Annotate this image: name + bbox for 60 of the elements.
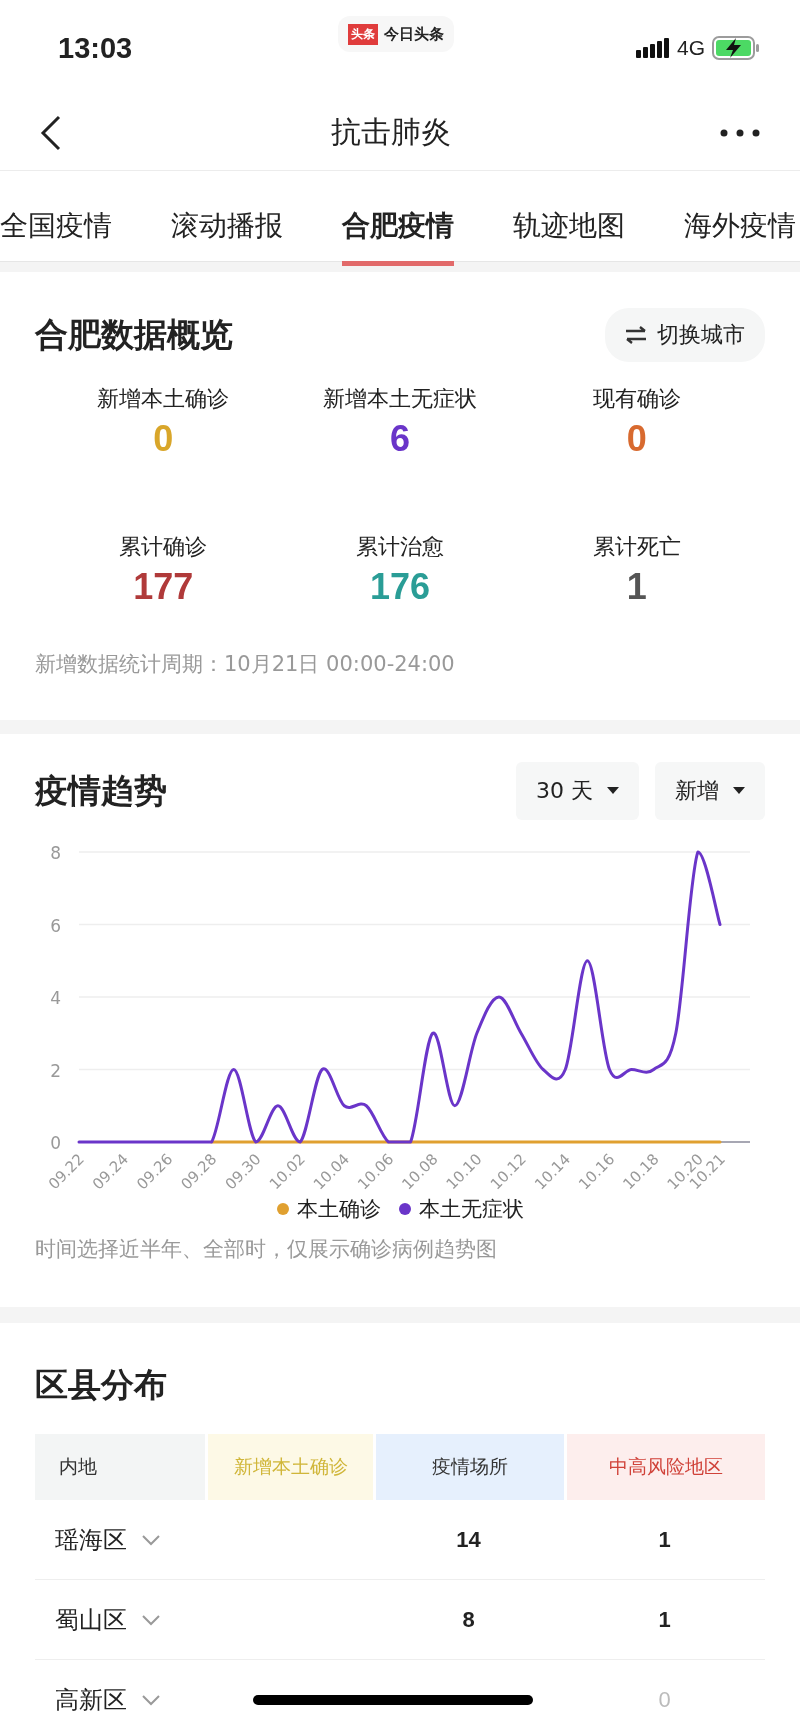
chevron-icon[interactable] [141, 1693, 161, 1706]
legend-label: 本土确诊 [296, 1196, 381, 1223]
tab[interactable]: 合肥疫情 [342, 186, 454, 266]
stat-label: 累计治愈 [356, 533, 444, 561]
stat-label: 新增本土确诊 [97, 385, 230, 413]
back-icon[interactable] [40, 114, 62, 151]
stat-label: 现有确诊 [592, 385, 681, 413]
filter-dropdown[interactable]: 新增 [655, 762, 765, 820]
stat-label: 累计死亡 [592, 533, 681, 561]
switch-city-button[interactable]: 切换城市 [605, 308, 765, 362]
stat-value: 0 [153, 418, 174, 460]
stat-label: 累计确诊 [119, 533, 208, 561]
section-title: 合肥数据概览 [35, 313, 233, 356]
tab[interactable]: 滚动播报 [171, 186, 283, 266]
status-time: 13:03 [58, 32, 133, 65]
tab[interactable]: 海外疫情 [684, 186, 796, 266]
stat-value: 176 [369, 566, 431, 608]
stat-value: 6 [389, 418, 410, 460]
filter-dropdown[interactable]: 30 天 [516, 762, 639, 820]
chart-note: 时间选择近半年、全部时，仅展示确诊病例趋势图 [35, 1236, 498, 1263]
caret-icon [733, 787, 745, 795]
y-tick-label: 4 [50, 988, 61, 1008]
section-title: 区县分布 [35, 1365, 167, 1404]
y-tick-label: 2 [50, 1060, 61, 1081]
column-header: 疫情场所 [376, 1434, 564, 1500]
stat-label: 新增本土无症状 [323, 385, 477, 413]
swap-icon [625, 326, 647, 344]
y-tick-label: 0 [50, 1133, 61, 1153]
caret-icon [607, 787, 619, 795]
district-name[interactable]: 瑶海区 [55, 1523, 127, 1556]
column-header: 内地 [35, 1434, 205, 1500]
network-type: 4G [677, 35, 705, 60]
stat-value: 177 [133, 566, 194, 608]
section-title: 疫情趋势 [35, 769, 167, 812]
table-cell: 0 [658, 1686, 671, 1713]
app-badge: 头条 [348, 23, 378, 45]
district-name[interactable]: 蜀山区 [55, 1603, 127, 1636]
chevron-icon[interactable] [141, 1533, 161, 1546]
app-name: 今日头条 [384, 24, 444, 44]
tab[interactable]: 轨迹地图 [513, 186, 625, 266]
signal-icon [636, 37, 670, 58]
column-header: 新增本土确诊 [208, 1434, 373, 1500]
stat-value: 0 [626, 418, 647, 460]
legend-label: 本土无症状 [418, 1196, 524, 1223]
table-cell: 8 [462, 1606, 475, 1633]
chevron-icon[interactable] [141, 1613, 161, 1626]
table-cell: 14 [456, 1526, 481, 1553]
tab[interactable]: 全国疫情 [0, 186, 112, 266]
stat-value: 1 [626, 566, 647, 608]
district-name[interactable]: 高新区 [55, 1683, 127, 1716]
period-note: 新增数据统计周期：10月21日 00:00-24:00 [35, 651, 456, 678]
column-header: 中高风险地区 [567, 1434, 765, 1500]
y-tick-label: 6 [50, 915, 61, 936]
source-app-pill[interactable]: 头条 今日头条 [338, 16, 454, 52]
table-cell: 1 [658, 1606, 671, 1633]
page-title: 抗击肺炎 [331, 113, 451, 151]
battery-charging-icon [712, 35, 760, 60]
y-tick-label: 8 [50, 843, 61, 863]
table-cell: 1 [658, 1526, 671, 1553]
more-icon[interactable] [720, 128, 760, 137]
